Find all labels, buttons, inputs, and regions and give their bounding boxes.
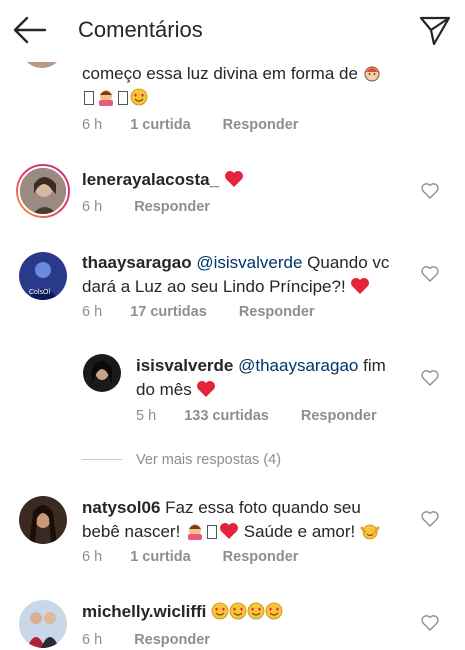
raising-hands-emoji-icon bbox=[360, 522, 380, 540]
comment-meta: 6 h 1 curtida Responder bbox=[82, 116, 298, 134]
comment-text: isisvalverde @thaaysaragao fim do mês bbox=[136, 356, 386, 399]
avatar[interactable] bbox=[19, 496, 67, 544]
comment-meta: 5 h 133 curtidas Responder bbox=[136, 407, 377, 425]
red-heart-emoji-icon bbox=[219, 522, 239, 540]
comment-meta: 6 h 1 curtida Responder bbox=[82, 548, 298, 566]
avatar[interactable] bbox=[19, 600, 67, 648]
reply-button[interactable]: Responder bbox=[134, 199, 210, 215]
missing-glyph-icon bbox=[207, 525, 218, 539]
comment-time: 6 h bbox=[82, 304, 103, 320]
like-count[interactable]: 1 curtida bbox=[130, 117, 190, 133]
view-more-replies-button[interactable]: Ver mais respostas (4) bbox=[136, 452, 281, 468]
page-title: Comentários bbox=[78, 17, 203, 42]
like-heart-icon[interactable] bbox=[421, 369, 439, 387]
like-count[interactable]: 17 curtidas bbox=[130, 304, 207, 320]
red-heart-emoji-icon bbox=[224, 170, 244, 188]
boy-emoji-icon bbox=[363, 64, 381, 82]
mention-link[interactable]: @isisvalverde bbox=[196, 253, 302, 272]
heart-eyes-emoji-icon bbox=[229, 602, 247, 620]
comment-time: 6 h bbox=[82, 199, 103, 215]
back-arrow-icon[interactable] bbox=[12, 14, 48, 46]
heart-eyes-emoji-icon bbox=[211, 602, 229, 620]
heart-eyes-emoji-icon bbox=[130, 88, 148, 106]
comment-time: 6 h bbox=[82, 632, 103, 648]
missing-glyph-icon bbox=[118, 91, 128, 105]
top-bar: Comentários bbox=[0, 0, 465, 62]
heart-eyes-emoji-icon bbox=[265, 602, 283, 620]
like-heart-icon[interactable] bbox=[421, 510, 439, 528]
direct-send-icon[interactable] bbox=[418, 13, 452, 47]
like-heart-icon[interactable] bbox=[421, 265, 439, 283]
reply-button[interactable]: Responder bbox=[239, 304, 315, 320]
comment-meta: 6 h Responder bbox=[82, 198, 210, 216]
comment-text: começo essa luz divina em forma de bbox=[82, 62, 412, 110]
comment-time: 5 h bbox=[136, 408, 157, 424]
comment-username[interactable]: lenerayalacosta_ bbox=[82, 170, 219, 189]
like-count[interactable]: 133 curtidas bbox=[184, 408, 269, 424]
heart-eyes-emoji-icon bbox=[247, 602, 265, 620]
red-heart-emoji-icon bbox=[350, 277, 370, 295]
like-heart-icon[interactable] bbox=[421, 182, 439, 200]
reply-button[interactable]: Responder bbox=[134, 632, 210, 648]
woman-gesture-emoji-icon bbox=[185, 522, 205, 540]
comment-time: 6 h bbox=[82, 549, 103, 565]
like-count[interactable]: 1 curtida bbox=[130, 549, 190, 565]
svg-text:ColsOl: ColsOl bbox=[29, 289, 50, 296]
missing-glyph-icon bbox=[84, 91, 94, 105]
comment-text: michelly.wicliffi bbox=[82, 600, 412, 624]
like-heart-icon[interactable] bbox=[421, 614, 439, 632]
reply-button[interactable]: Responder bbox=[223, 117, 299, 133]
avatar[interactable] bbox=[16, 164, 70, 218]
comment-username[interactable]: isisvalverde bbox=[136, 356, 233, 375]
reply-button[interactable]: Responder bbox=[223, 549, 299, 565]
divider bbox=[82, 459, 122, 460]
avatar[interactable]: ColsOl bbox=[19, 252, 67, 300]
mention-link[interactable]: @thaaysaragao bbox=[238, 356, 358, 375]
comment-text: natysol06 Faz essa foto quando seu bebê … bbox=[82, 496, 412, 544]
comment-text: thaaysaragao @isisvalverde Quando vc dar… bbox=[82, 253, 390, 296]
avatar[interactable] bbox=[83, 354, 121, 392]
reply-button[interactable]: Responder bbox=[301, 408, 377, 424]
woman-gesture-emoji-icon bbox=[96, 88, 116, 106]
comment-username[interactable]: natysol06 bbox=[82, 498, 160, 517]
comment-username[interactable]: thaaysaragao bbox=[82, 253, 192, 272]
comment-meta: 6 h 17 curtidas Responder bbox=[82, 303, 315, 321]
comment-time: 6 h bbox=[82, 117, 103, 133]
red-heart-emoji-icon bbox=[196, 380, 216, 398]
comment-text: lenerayalacosta_ bbox=[82, 168, 244, 192]
comment-username[interactable]: michelly.wicliffi bbox=[82, 602, 206, 621]
comment-meta: 6 h Responder bbox=[82, 631, 210, 649]
